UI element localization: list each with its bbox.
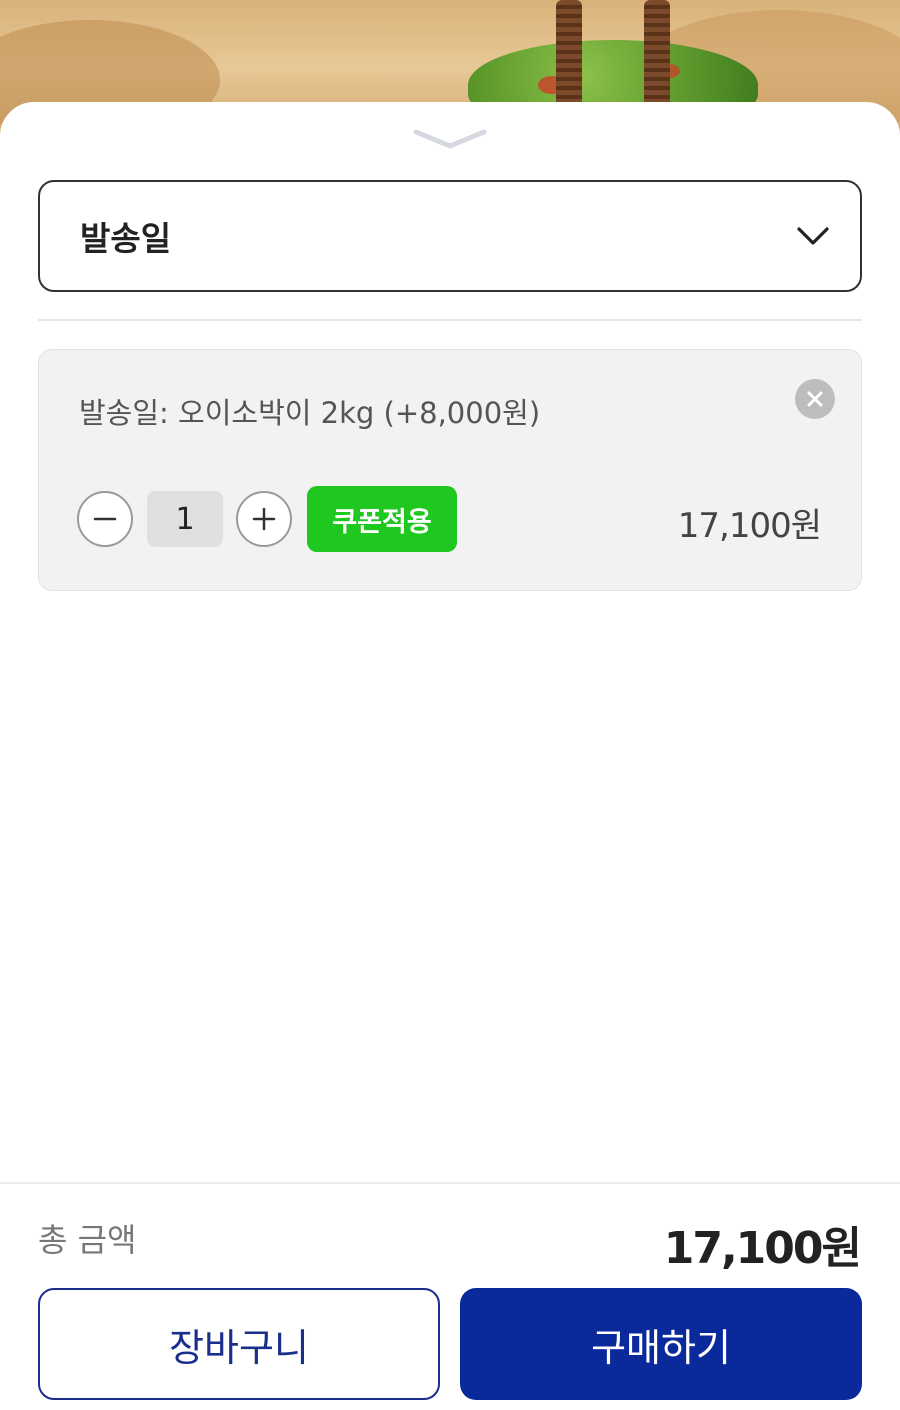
quantity-increase-button[interactable] [236,491,292,547]
shipping-date-select[interactable]: 발송일 [38,180,862,292]
quantity-decrease-button[interactable] [77,491,133,547]
divider [38,319,862,321]
total-label: 총 금액 [38,1221,137,1259]
option-price: 17,100원 [677,506,822,546]
select-label: 발송일 [80,219,172,258]
quantity-value[interactable]: 1 [147,491,223,547]
sheet-collapse-icon[interactable] [410,124,490,154]
chevron-down-icon [797,227,829,245]
option-description: 발송일: 오이소박이 2kg (+8,000원) [79,396,541,430]
buy-now-button[interactable]: 구매하기 [460,1288,862,1400]
minus-icon [93,517,117,521]
close-icon [807,391,823,407]
selected-option-card: 발송일: 오이소박이 2kg (+8,000원) 1 쿠폰적용 17,100원 [38,349,862,591]
apply-coupon-button[interactable]: 쿠폰적용 [307,486,457,552]
remove-option-button[interactable] [795,379,835,419]
add-to-cart-button[interactable]: 장바구니 [38,1288,440,1400]
total-amount: 17,100원 [663,1223,862,1274]
footer-divider [0,1182,900,1184]
plus-icon [252,507,276,531]
